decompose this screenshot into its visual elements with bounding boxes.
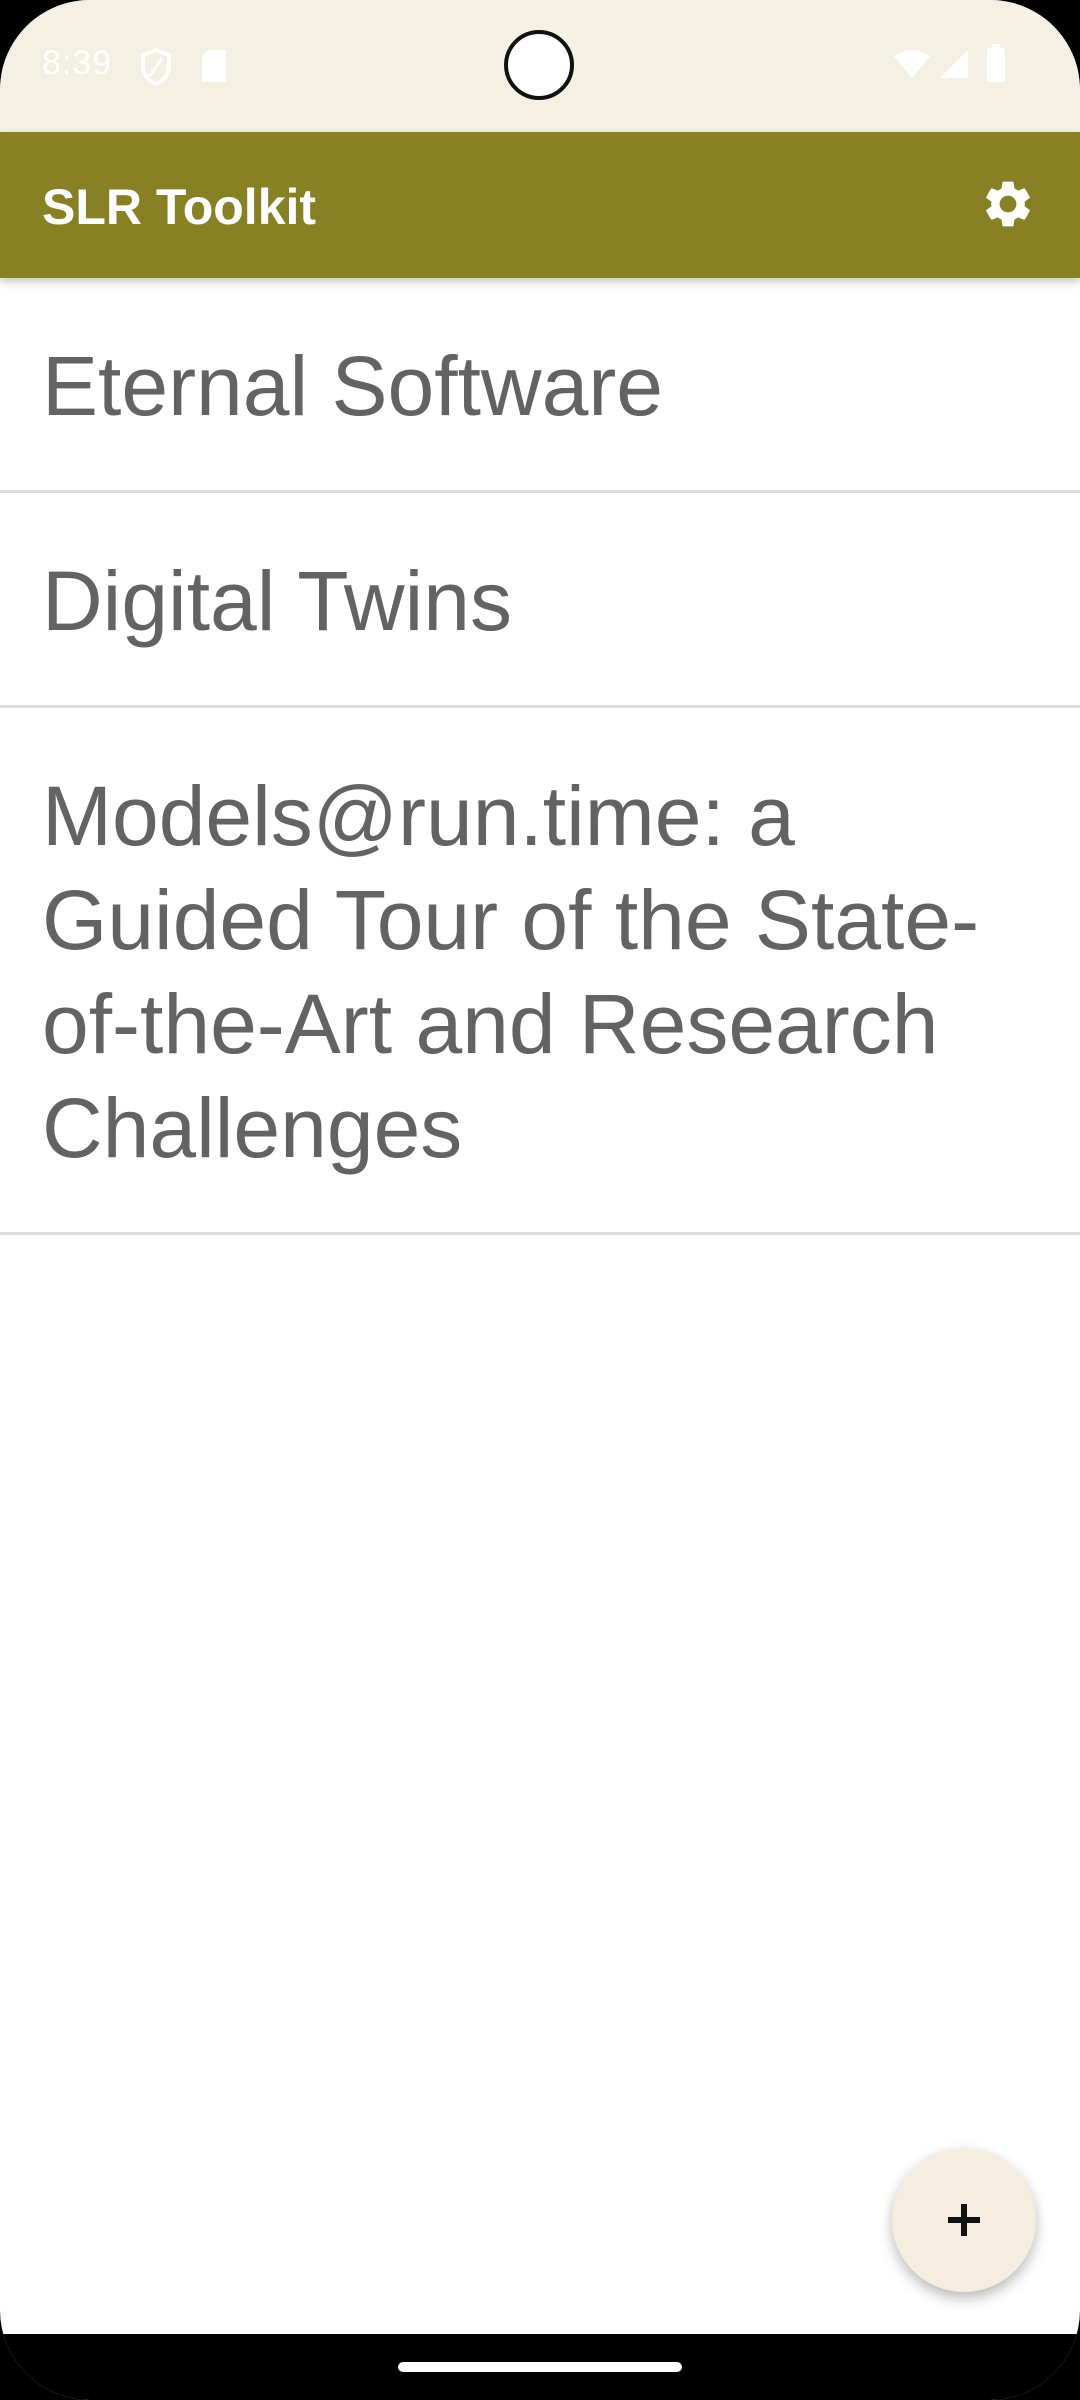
shield-icon bbox=[141, 48, 171, 86]
settings-button[interactable] bbox=[978, 174, 1038, 234]
list-item-title: Eternal Software bbox=[42, 339, 663, 433]
list-item[interactable]: Models@run.time: a Guided Tour of the St… bbox=[0, 708, 1080, 1235]
device-screen: 8:39 SLR Toolkit Eternal Software Digita… bbox=[0, 0, 1080, 2400]
list-item-title: Models@run.time: a Guided Tour of the St… bbox=[42, 769, 980, 1175]
home-indicator[interactable] bbox=[398, 2362, 682, 2372]
sd-card-icon bbox=[202, 50, 226, 82]
app-bar: SLR Toolkit bbox=[0, 132, 1080, 278]
list-item[interactable]: Digital Twins bbox=[0, 493, 1080, 708]
project-list: Eternal Software Digital Twins Models@ru… bbox=[0, 278, 1080, 1235]
gear-icon bbox=[986, 181, 1030, 227]
app-title: SLR Toolkit bbox=[42, 179, 317, 235]
status-time: 8:39 bbox=[42, 44, 113, 82]
plus-icon bbox=[948, 2204, 980, 2236]
list-item[interactable]: Eternal Software bbox=[0, 278, 1080, 493]
status-bar: 8:39 bbox=[0, 0, 1080, 132]
list-item-title: Digital Twins bbox=[42, 554, 512, 648]
add-project-button[interactable] bbox=[892, 2148, 1036, 2292]
camera-cutout bbox=[504, 30, 574, 100]
wifi-icon bbox=[894, 50, 930, 78]
signal-icon bbox=[940, 50, 968, 78]
battery-icon bbox=[987, 44, 1005, 82]
